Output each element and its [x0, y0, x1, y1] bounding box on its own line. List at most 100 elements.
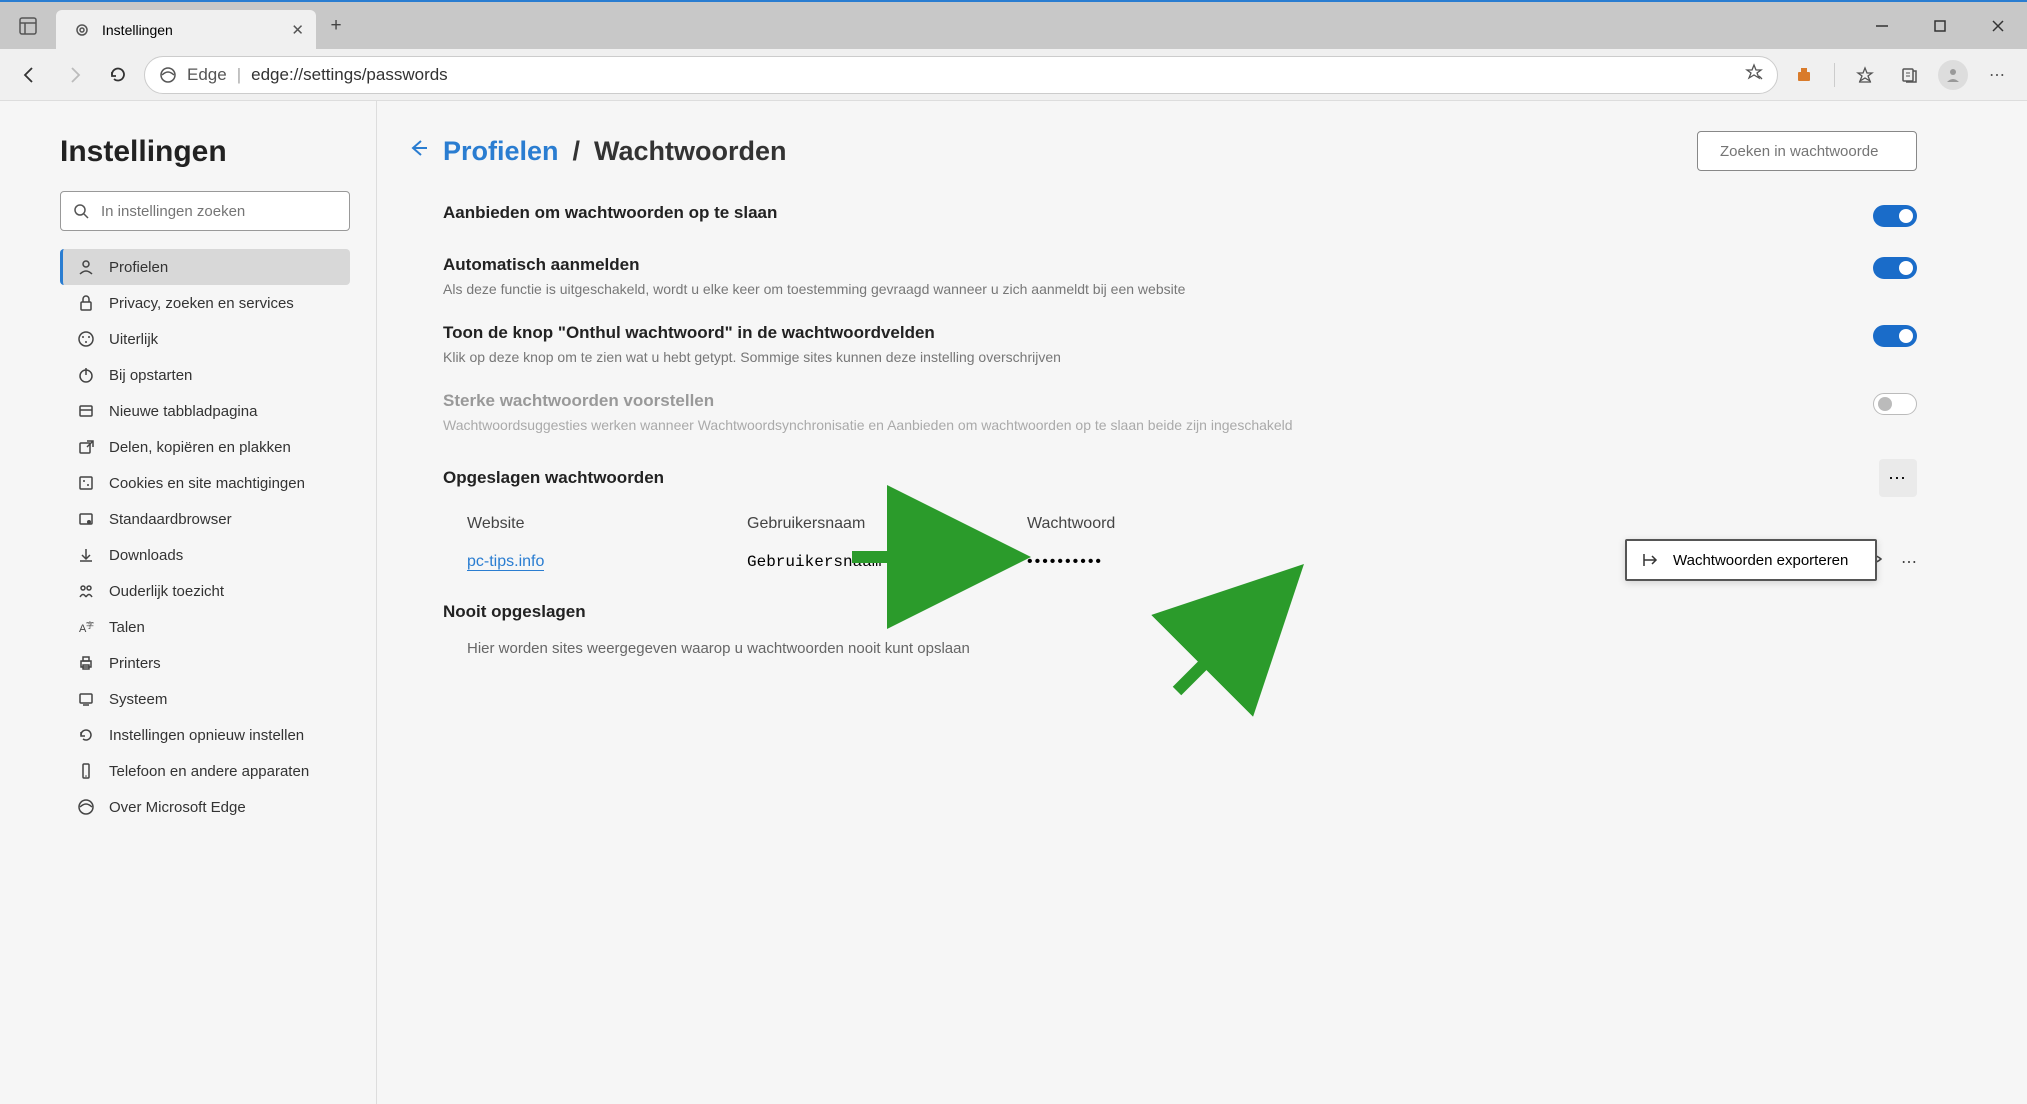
sidebar-item-privacy-zoeken-en-services[interactable]: Privacy, zoeken en services: [60, 285, 350, 321]
browser-icon: [77, 510, 95, 528]
profile-avatar[interactable]: [1935, 57, 1971, 93]
refresh-button[interactable]: [100, 57, 136, 93]
reset-icon: [77, 726, 95, 744]
sidebar-item-label: Nieuwe tabbladpagina: [109, 403, 257, 420]
sidebar-item-systeem[interactable]: Systeem: [60, 681, 350, 717]
maximize-button[interactable]: [1911, 2, 1969, 49]
minimize-button[interactable]: [1853, 2, 1911, 49]
export-label: Wachtwoorden exporteren: [1673, 552, 1848, 569]
app-menu-icon[interactable]: [0, 2, 56, 49]
never-saved-desc: Hier worden sites weergegeven waarop u w…: [407, 640, 1917, 657]
sidebar-item-label: Printers: [109, 655, 161, 672]
main-content: Profielen / Wachtwoorden Aanbieden om wa…: [377, 101, 2027, 1104]
sidebar-item-printers[interactable]: Printers: [60, 645, 350, 681]
setting-toggle[interactable]: [1873, 325, 1917, 347]
cookie-icon: [77, 474, 95, 492]
column-website: Website: [467, 515, 747, 533]
title-bar: Instellingen ✕ +: [0, 2, 2027, 49]
edge-icon: [159, 66, 177, 84]
setting-row: Sterke wachtwoorden voorstellenWachtwoor…: [407, 391, 1917, 433]
sidebar-item-profielen[interactable]: Profielen: [60, 249, 350, 285]
forward-button[interactable]: [56, 57, 92, 93]
tab-icon: [77, 402, 95, 420]
power-icon: [77, 366, 95, 384]
lock-icon: [77, 294, 95, 312]
close-tab-icon[interactable]: ✕: [291, 21, 304, 39]
sidebar-item-cookies-en-site-machtigingen[interactable]: Cookies en site machtigingen: [60, 465, 350, 501]
sidebar-item-label: Cookies en site machtigingen: [109, 475, 305, 492]
sidebar-item-ouderlijk-toezicht[interactable]: Ouderlijk toezicht: [60, 573, 350, 609]
window-controls: [1853, 2, 2027, 49]
saved-passwords-heading: Opgeslagen wachtwoorden: [443, 468, 664, 488]
sidebar-item-nieuwe-tabbladpagina[interactable]: Nieuwe tabbladpagina: [60, 393, 350, 429]
sidebar-item-telefoon-en-andere-apparaten[interactable]: Telefoon en andere apparaten: [60, 753, 350, 789]
page-search-input[interactable]: [1720, 143, 1919, 160]
sidebar-item-bij-opstarten[interactable]: Bij opstarten: [60, 357, 350, 393]
sidebar-item-standaardbrowser[interactable]: Standaardbrowser: [60, 501, 350, 537]
close-window-button[interactable]: [1969, 2, 2027, 49]
sidebar-item-downloads[interactable]: Downloads: [60, 537, 350, 573]
back-button[interactable]: [12, 57, 48, 93]
sidebar-item-label: Profielen: [109, 259, 168, 276]
browser-tab[interactable]: Instellingen ✕: [56, 10, 316, 49]
breadcrumb-parent[interactable]: Profielen: [443, 136, 559, 167]
sidebar-item-delen-kopi-ren-en-plakken[interactable]: Delen, kopiëren en plakken: [60, 429, 350, 465]
sidebar-title: Instellingen: [60, 135, 350, 169]
never-saved-heading: Nooit opgeslagen: [443, 602, 586, 622]
password-masked: ••••••••••: [1027, 553, 1103, 570]
palette-icon: [77, 330, 95, 348]
sidebar-item-uiterlijk[interactable]: Uiterlijk: [60, 321, 350, 357]
sidebar-item-instellingen-opnieuw-instellen[interactable]: Instellingen opnieuw instellen: [60, 717, 350, 753]
address-source: Edge: [187, 65, 227, 85]
sidebar-item-over-microsoft-edge[interactable]: Over Microsoft Edge: [60, 789, 350, 825]
password-table-header: Website Gebruikersnaam Wachtwoord: [407, 515, 1917, 533]
sidebar-item-label: Delen, kopiëren en plakken: [109, 439, 291, 456]
annotation-arrow: [847, 537, 1027, 582]
extension-icon[interactable]: [1786, 57, 1822, 93]
favorites-icon[interactable]: [1847, 57, 1883, 93]
sidebar: Instellingen Profielen Privacy, zoeken en…: [0, 101, 377, 1104]
setting-row: Aanbieden om wachtwoorden op te slaan: [407, 203, 1917, 229]
saved-passwords-more-button[interactable]: ⋯: [1879, 459, 1917, 497]
page-search[interactable]: [1697, 131, 1917, 171]
column-username: Gebruikersnaam: [747, 515, 1027, 533]
address-url: edge://settings/passwords: [251, 65, 448, 85]
tab-title: Instellingen: [102, 22, 173, 38]
setting-title: Toon de knop "Onthul wachtwoord" in de w…: [443, 323, 1061, 343]
breadcrumb-back-icon[interactable]: [407, 137, 429, 165]
export-icon: [1641, 551, 1659, 569]
sidebar-item-label: Bij opstarten: [109, 367, 192, 384]
sidebar-item-label: Privacy, zoeken en services: [109, 295, 294, 312]
gear-icon: [74, 22, 90, 38]
password-row-more-icon[interactable]: ⋯: [1901, 552, 1917, 572]
sidebar-search-input[interactable]: [101, 203, 337, 220]
favorite-star-icon[interactable]: [1745, 63, 1763, 86]
sidebar-item-talen[interactable]: A字Talen: [60, 609, 350, 645]
sidebar-item-label: Standaardbrowser: [109, 511, 232, 528]
password-site-link[interactable]: pc-tips.info: [467, 553, 544, 571]
sidebar-item-label: Over Microsoft Edge: [109, 799, 246, 816]
more-menu-icon[interactable]: ⋯: [1979, 57, 2015, 93]
sidebar-item-label: Telefoon en andere apparaten: [109, 763, 309, 780]
collections-icon[interactable]: [1891, 57, 1927, 93]
system-icon: [77, 690, 95, 708]
svg-text:字: 字: [86, 620, 94, 630]
address-bar[interactable]: Edge | edge://settings/passwords: [144, 56, 1778, 94]
sidebar-item-label: Instellingen opnieuw instellen: [109, 727, 304, 744]
edge-icon: [77, 798, 95, 816]
setting-desc: Als deze functie is uitgeschakeld, wordt…: [443, 281, 1185, 297]
setting-row: Toon de knop "Onthul wachtwoord" in de w…: [407, 323, 1917, 365]
new-tab-button[interactable]: +: [316, 2, 356, 49]
sidebar-item-label: Downloads: [109, 547, 183, 564]
language-icon: A字: [77, 618, 95, 636]
setting-toggle[interactable]: [1873, 205, 1917, 227]
setting-toggle[interactable]: [1873, 393, 1917, 415]
setting-toggle[interactable]: [1873, 257, 1917, 279]
column-password: Wachtwoord: [1027, 515, 1917, 533]
export-passwords-menu-item[interactable]: Wachtwoorden exporteren: [1625, 539, 1877, 581]
setting-row: Automatisch aanmeldenAls deze functie is…: [407, 255, 1917, 297]
sidebar-item-label: Ouderlijk toezicht: [109, 583, 224, 600]
setting-desc: Klik op deze knop om te zien wat u hebt …: [443, 349, 1061, 365]
setting-title: Sterke wachtwoorden voorstellen: [443, 391, 1293, 411]
sidebar-search[interactable]: [60, 191, 350, 231]
